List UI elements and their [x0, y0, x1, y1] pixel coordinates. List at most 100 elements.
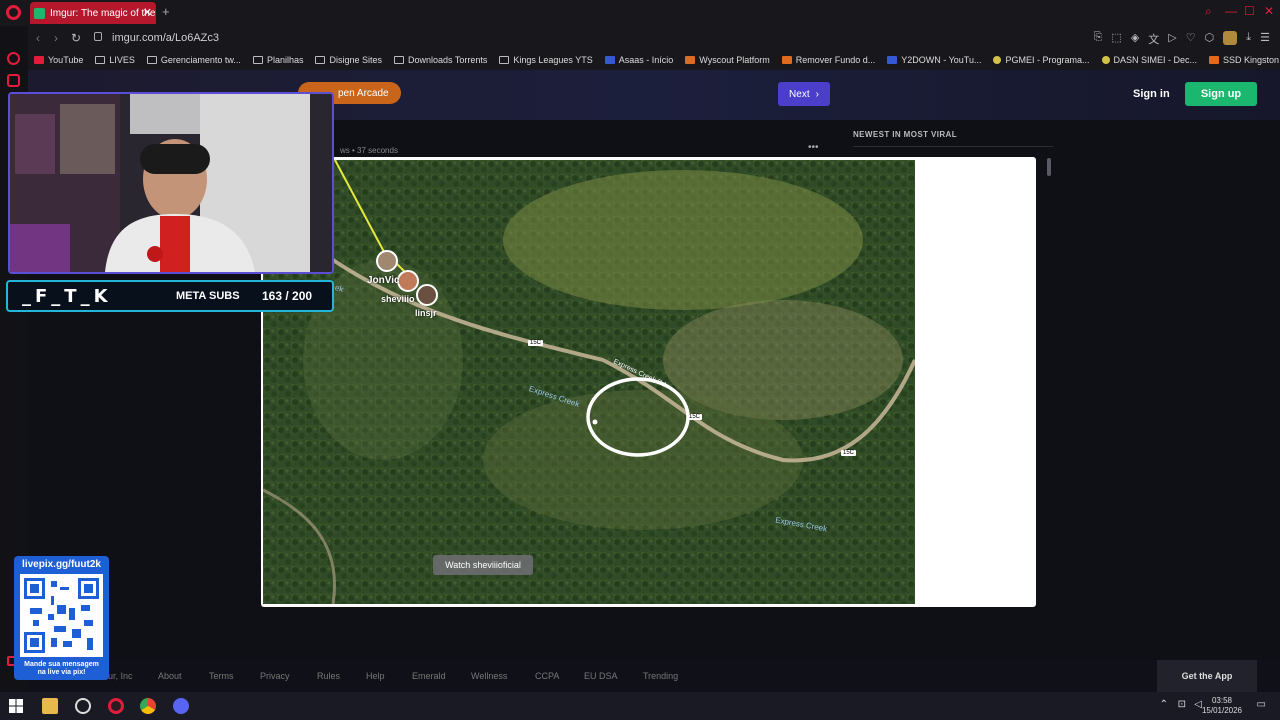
sub-goal-banner: _F_T_K META SUBS 163 / 200: [6, 280, 334, 312]
play-icon[interactable]: ▷: [1168, 31, 1176, 47]
obs-icon[interactable]: [75, 698, 91, 714]
screen: Imgur: The magic of the Int ✕ + ⌕ — ☐ ✕ …: [0, 0, 1280, 720]
folder-icon: [95, 56, 106, 64]
bookmark-youtube[interactable]: YouTube: [34, 55, 83, 65]
footer-link-terms[interactable]: Terms: [209, 671, 234, 681]
tab-title: Imgur: The magic of the Int: [50, 7, 156, 19]
search-tabs-icon[interactable]: ⌕: [1205, 4, 1212, 19]
reload-icon[interactable]: ↻: [71, 31, 81, 45]
footer-link-emerald[interactable]: Emerald: [412, 671, 446, 681]
more-options-icon[interactable]: •••: [808, 142, 819, 153]
network-icon[interactable]: ⊡: [1178, 699, 1186, 710]
windows-start-icon[interactable]: [8, 698, 24, 714]
menu-icon[interactable]: ☰: [1260, 31, 1270, 47]
translate-icon[interactable]: 文: [1148, 31, 1159, 47]
sub-goal-label: META SUBS: [176, 290, 240, 302]
webcam-overlay: [8, 92, 334, 274]
opera-logo-icon[interactable]: [6, 5, 21, 20]
bookmark-pgmei[interactable]: PGMEI - Programa...: [993, 55, 1090, 65]
minimize-icon[interactable]: —: [1225, 4, 1237, 18]
qr-message: Mande sua mensagem na live via pix!: [24, 661, 99, 676]
post-meta: ws • 37 seconds: [340, 146, 398, 155]
close-tab-icon[interactable]: ✕: [143, 6, 152, 19]
folder-icon: [315, 56, 326, 64]
profile-avatar[interactable]: [1223, 31, 1238, 45]
tab-imgur[interactable]: Imgur: The magic of the Int ✕: [30, 2, 156, 24]
footer-link-ccpa[interactable]: CCPA: [535, 671, 559, 681]
footer-link-rules[interactable]: Rules: [317, 671, 340, 681]
folder-icon: [146, 56, 157, 64]
next-button[interactable]: Next ›: [778, 82, 830, 106]
bookmark-gerenciamento[interactable]: Gerenciamento tw...: [146, 55, 241, 65]
new-tab-icon[interactable]: +: [162, 4, 170, 19]
channel-logo-text: _F_T_K: [22, 286, 112, 307]
sidebar-opera-icon[interactable]: [7, 52, 20, 65]
file-explorer-icon[interactable]: [42, 698, 58, 714]
footer-link-privacy[interactable]: Privacy: [260, 671, 290, 681]
download-icon[interactable]: ⤓: [1246, 31, 1251, 47]
close-window-icon[interactable]: ✕: [1264, 4, 1274, 18]
player-pin-3[interactable]: [416, 284, 438, 306]
lock-icon: [94, 32, 102, 41]
bookmark-y2down[interactable]: Y2DOWN - YouTu...: [887, 55, 981, 65]
dasn-icon: [1101, 56, 1110, 64]
bookmark-lives[interactable]: LIVES: [95, 55, 135, 65]
footer-link-about[interactable]: About: [158, 671, 182, 681]
bookmark-kings-leagues[interactable]: Kings Leagues YTS: [499, 55, 593, 65]
chevron-right-icon: ›: [815, 88, 819, 100]
footer-link-help[interactable]: Help: [366, 671, 385, 681]
bookmark-icon[interactable]: ⎘: [1094, 31, 1103, 47]
bookmark-remover-fundo[interactable]: Remover Fundo d...: [781, 55, 875, 65]
opera-taskbar-icon[interactable]: [108, 698, 124, 714]
get-the-app-button[interactable]: Get the App: [1157, 660, 1257, 692]
sidebar-heading: NEWEST IN MOST VIRAL: [853, 130, 957, 139]
scrollbar-thumb[interactable]: [1047, 158, 1051, 176]
satellite-map-image[interactable]: JonVic sheviiio linsjr ek Express Creek …: [263, 160, 915, 604]
footer-link-trending[interactable]: Trending: [643, 671, 678, 681]
divider: [853, 146, 1053, 147]
bookmark-dasn[interactable]: DASN SIMEI - Dec...: [1101, 55, 1197, 65]
player-pin-1[interactable]: [376, 250, 398, 272]
chrome-icon[interactable]: [140, 698, 156, 714]
sign-up-button[interactable]: Sign up: [1185, 82, 1257, 106]
map-svg: [263, 160, 915, 604]
pgmei-icon: [993, 56, 1002, 64]
bookmark-wyscout[interactable]: Wyscout Platform: [685, 55, 770, 65]
url-field[interactable]: imgur.com/a/Lo6AZc3: [112, 32, 219, 44]
footer-link-wellness[interactable]: Wellness: [471, 671, 507, 681]
extensions-icon[interactable]: ⬡: [1205, 31, 1215, 47]
footer-link-eu-dsa[interactable]: EU DSA: [584, 671, 618, 681]
bookmark-planilhas[interactable]: Planilhas: [252, 55, 303, 65]
map-marker-2: 15C: [687, 414, 703, 420]
maximize-icon[interactable]: ☐: [1244, 4, 1255, 18]
address-bar-row: ‹ › ↻ imgur.com/a/Lo6AZc3 ⎘ ⬚ ◈ 文 ▷ ♡ ⬡ …: [28, 26, 1280, 50]
volume-icon[interactable]: ◁: [1194, 699, 1202, 710]
sign-in-link[interactable]: Sign in: [1133, 88, 1170, 100]
remove-bg-icon: [781, 56, 792, 64]
bookmark-kingston[interactable]: SSD Kingston 1TB...: [1209, 55, 1280, 65]
bookmarks-bar: YouTube LIVES Gerenciamento tw... Planil…: [28, 50, 1280, 70]
heart-icon[interactable]: ♡: [1186, 31, 1196, 47]
forward-icon[interactable]: ›: [54, 31, 58, 45]
post-image-frame: JonVic sheviiio linsjr ek Express Creek …: [261, 157, 1036, 607]
back-icon[interactable]: ‹: [36, 31, 40, 45]
map-marker-3: 15C: [841, 450, 857, 456]
qr-code-icon: [20, 574, 103, 657]
asaas-icon: [604, 56, 615, 64]
map-marker-1: 15C: [528, 340, 544, 346]
watch-streamer-button[interactable]: Watch sheviiioficial: [433, 555, 533, 575]
browser-tabbar: Imgur: The magic of the Int ✕ + ⌕ — ☐ ✕: [0, 0, 1280, 26]
discord-icon[interactable]: [173, 698, 189, 714]
player-label-2: sheviiio: [381, 294, 415, 304]
sidebar-aria-icon[interactable]: [7, 74, 20, 87]
bookmark-disigne-sites[interactable]: Disigne Sites: [315, 55, 382, 65]
tray-chevron-icon[interactable]: ⌃: [1160, 699, 1168, 710]
clock[interactable]: 03:58 15/01/2026: [1202, 696, 1242, 716]
imgur-favicon-icon: [34, 7, 45, 19]
bookmark-asaas[interactable]: Asaas - Início: [604, 55, 673, 65]
notifications-icon[interactable]: ▭: [1257, 699, 1266, 710]
snapshot-icon[interactable]: ⬚: [1111, 31, 1121, 47]
adblock-icon[interactable]: ◈: [1131, 31, 1139, 47]
player-pin-2[interactable]: [397, 270, 419, 292]
bookmark-downloads-torrents[interactable]: Downloads Torrents: [394, 55, 487, 65]
